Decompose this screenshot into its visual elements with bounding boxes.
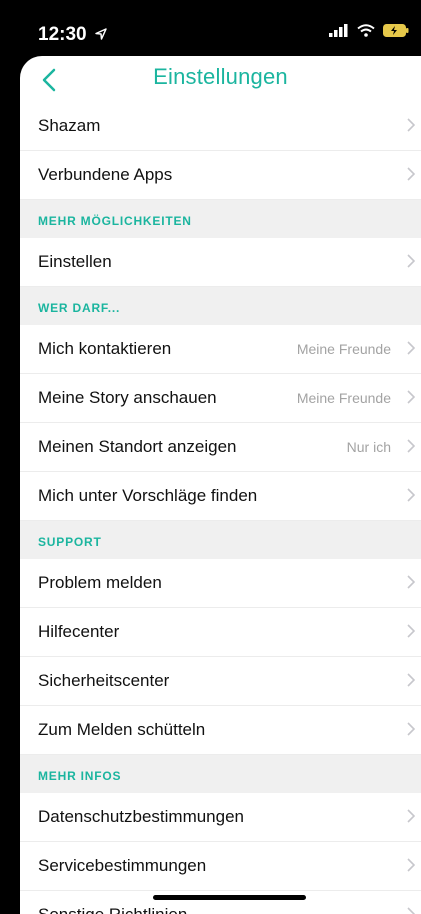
row-label: Datenschutzbestimmungen: [38, 807, 245, 826]
status-time: 12:30: [38, 24, 107, 46]
row-label: Hilfecenter: [38, 622, 120, 641]
chevron-right-icon: [407, 673, 415, 687]
chevron-right-icon: [407, 907, 415, 914]
row-label: Meinen Standort anzeigen: [38, 437, 237, 456]
signal-icon: [329, 24, 348, 37]
settings-row-contact-me[interactable]: Mich kontaktieren Meine Freunde: [20, 325, 421, 374]
settings-row-view-story[interactable]: Meine Story anschauen Meine Freunde: [20, 374, 421, 423]
home-indicator[interactable]: [153, 895, 306, 900]
row-label: Einstellen: [38, 252, 112, 271]
chevron-right-icon: [407, 624, 415, 638]
status-icons: [329, 24, 409, 37]
row-label: Servicebestimmungen: [38, 856, 207, 875]
row-label: Problem melden: [38, 573, 162, 592]
section-label: WER DARF...: [38, 301, 121, 315]
section-header-who-can: WER DARF...: [20, 287, 421, 325]
row-label: Mich kontaktieren: [38, 339, 172, 358]
settings-row-report-problem[interactable]: Problem melden: [20, 559, 421, 608]
section-label: SUPPORT: [38, 535, 102, 549]
settings-row-help-center[interactable]: Hilfecenter: [20, 608, 421, 657]
clock-text: 12:30: [38, 24, 87, 45]
row-label: Sonstige Richtlinien: [38, 905, 187, 914]
section-label: MEHR MÖGLICHKEITEN: [38, 214, 192, 228]
location-arrow-icon: [95, 28, 107, 40]
chevron-right-icon: [407, 439, 415, 453]
chevron-right-icon: [407, 254, 415, 268]
settings-row-terms-of-service[interactable]: Servicebestimmungen: [20, 842, 421, 891]
row-label: Verbundene Apps: [38, 165, 173, 184]
settings-sheet: Einstellungen Shazam Verbundene Apps MEH…: [20, 56, 421, 914]
row-label: Mich unter Vorschläge finden: [38, 486, 258, 505]
section-header-support: SUPPORT: [20, 521, 421, 559]
row-label: Sicherheitscenter: [38, 671, 170, 690]
settings-row-safety-center[interactable]: Sicherheitscenter: [20, 657, 421, 706]
section-header-more-info: MEHR INFOS: [20, 755, 421, 793]
chevron-right-icon: [407, 167, 415, 181]
row-value: Nur ich: [346, 439, 391, 455]
nav-bar: Einstellungen: [20, 56, 421, 102]
settings-row-connected-apps[interactable]: Verbundene Apps: [20, 151, 421, 200]
chevron-right-icon: [407, 809, 415, 823]
page-title: Einstellungen: [153, 64, 288, 89]
row-value: Meine Freunde: [296, 390, 391, 406]
chevron-right-icon: [407, 488, 415, 502]
settings-row-privacy-policy[interactable]: Datenschutzbestimmungen: [20, 793, 421, 842]
chevron-right-icon: [407, 858, 415, 872]
chevron-right-icon: [407, 722, 415, 736]
battery-icon: [383, 24, 409, 37]
wifi-icon: [357, 24, 375, 37]
status-bar: 12:30: [0, 0, 421, 64]
settings-row-shake-to-report[interactable]: Zum Melden schütteln: [20, 706, 421, 755]
chevron-right-icon: [407, 575, 415, 589]
row-label: Meine Story anschauen: [38, 388, 217, 407]
chevron-right-icon: [407, 341, 415, 355]
settings-row-suggestions[interactable]: Mich unter Vorschläge finden: [20, 472, 421, 521]
row-label: Zum Melden schütteln: [38, 720, 206, 739]
row-label: Shazam: [38, 116, 101, 135]
section-header-more-options: MEHR MÖGLICHKEITEN: [20, 200, 421, 238]
settings-row-adjust[interactable]: Einstellen: [20, 238, 421, 287]
row-value: Meine Freunde: [296, 341, 391, 357]
settings-row-shazam[interactable]: Shazam: [20, 102, 421, 151]
settings-row-see-location[interactable]: Meinen Standort anzeigen Nur ich: [20, 423, 421, 472]
chevron-right-icon: [407, 390, 415, 404]
chevron-right-icon: [407, 118, 415, 132]
section-label: MEHR INFOS: [38, 769, 122, 783]
